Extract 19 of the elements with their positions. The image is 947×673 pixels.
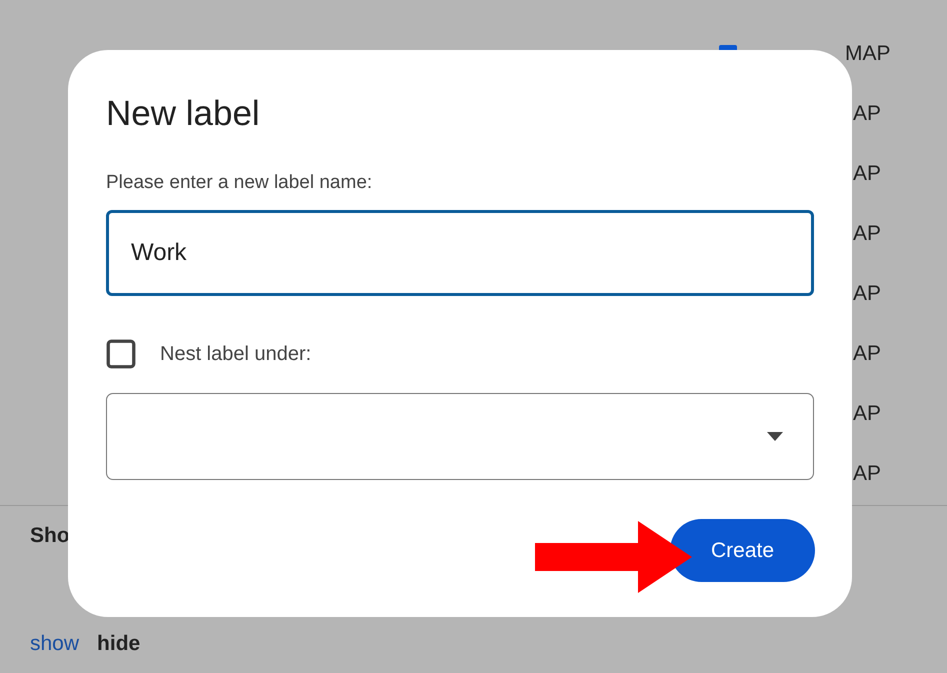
prompt-text: Please enter a new label name: bbox=[106, 172, 372, 194]
imap-label: AP bbox=[853, 222, 882, 246]
imap-label: AP bbox=[853, 102, 882, 126]
imap-label: AP bbox=[853, 462, 882, 486]
imap-label: AP bbox=[853, 282, 882, 306]
toggle-link[interactable]: hide bbox=[97, 632, 140, 656]
label-name-field[interactable]: Work bbox=[106, 210, 814, 296]
imap-label: AP bbox=[853, 402, 882, 426]
imap-label: MAP bbox=[845, 42, 891, 66]
dialog-title: New label bbox=[106, 94, 260, 134]
caret-icon bbox=[767, 432, 783, 441]
nest-label: Nest label under: bbox=[160, 342, 312, 366]
section-heading: Sho bbox=[30, 524, 71, 548]
imap-label: AP bbox=[853, 342, 882, 366]
imap-label: AP bbox=[853, 162, 882, 186]
toggle-link[interactable]: show bbox=[30, 632, 80, 656]
parent-label-dropdown[interactable] bbox=[106, 393, 814, 480]
create-button[interactable]: Create bbox=[670, 519, 815, 582]
checkbox[interactable] bbox=[106, 339, 136, 369]
